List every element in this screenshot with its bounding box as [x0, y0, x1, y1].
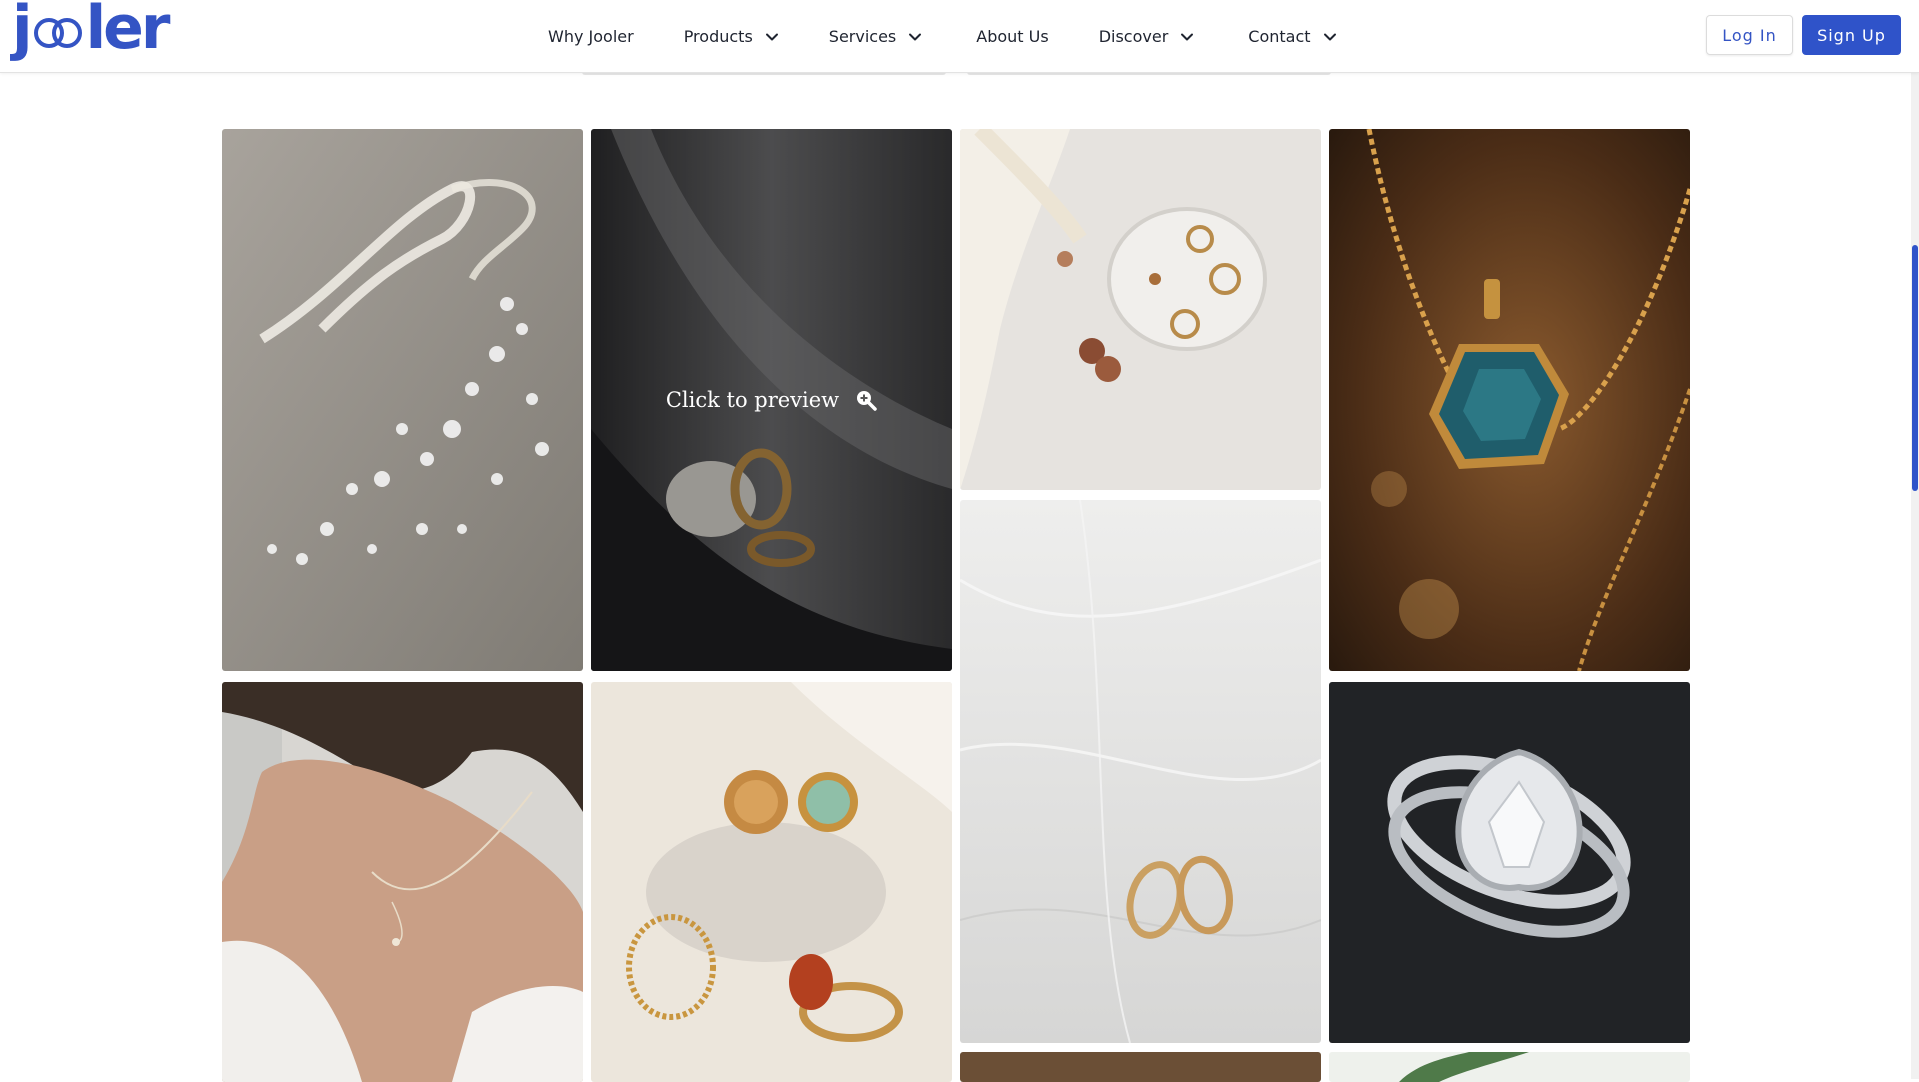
nav-label: Services [828, 26, 897, 46]
nav-services[interactable]: Services [829, 0, 922, 72]
nav-label: Why Jooler [548, 26, 634, 46]
nav-discover[interactable]: Discover [1099, 0, 1195, 72]
jooler-logo[interactable]: j ler [12, 0, 170, 64]
next-row-photo-2 [1329, 1052, 1690, 1082]
nav-why-jooler[interactable]: Why Jooler [548, 0, 634, 72]
nav-label: Contact [1248, 26, 1311, 46]
gallery-image-next-row[interactable] [960, 1052, 1321, 1082]
gemstone-rings-photo [591, 682, 952, 1082]
chevron-down-icon [1180, 29, 1194, 43]
gallery-image-wedding-bands-on-veil[interactable] [960, 500, 1321, 1043]
preview-label: Click to preview [665, 388, 840, 412]
diamond-ring-photo [1329, 682, 1690, 1043]
chevron-down-icon [908, 29, 922, 43]
gallery-image-earrings-in-dish[interactable] [960, 129, 1321, 490]
gallery-image-gemstone-rings-on-stone[interactable] [591, 682, 952, 1082]
gallery-image-diamond-halo-ring[interactable] [1329, 682, 1690, 1043]
gallery-image-teal-gem-pendant[interactable] [1329, 129, 1690, 671]
nav-products[interactable]: Products [684, 0, 779, 72]
gallery-image-gold-rings-dark[interactable]: Click to preview [591, 129, 952, 671]
teal-pendant-photo [1329, 129, 1690, 671]
gallery-image-crystal-hairpiece[interactable] [222, 129, 583, 671]
chevron-down-icon [1323, 29, 1337, 43]
preview-overlay[interactable]: Click to preview [591, 129, 952, 671]
nav-label: About Us [976, 26, 1049, 46]
login-button[interactable]: Log In [1706, 15, 1793, 55]
signup-button[interactable]: Sign Up [1802, 15, 1901, 55]
woman-necklace-photo [222, 682, 583, 1082]
nav-label: Products [683, 26, 753, 46]
nav-contact[interactable]: Contact [1248, 0, 1336, 72]
double-ring-logo-mark [32, 16, 84, 50]
next-row-photo [960, 1052, 1321, 1082]
nav-about-us[interactable]: About Us [976, 0, 1048, 72]
site-header: j ler Why Jooler Products Services About … [0, 0, 1919, 73]
earrings-dish-photo [960, 129, 1321, 490]
crystal-hairpiece-photo [222, 129, 583, 671]
wedding-bands-photo [960, 500, 1321, 1043]
scrollbar-track[interactable] [1911, 0, 1919, 1079]
main-nav: Why Jooler Products Services About Us Di… [548, 0, 1337, 72]
nav-label: Discover [1098, 26, 1169, 46]
scrollbar-thumb[interactable] [1912, 245, 1918, 491]
gallery-image-next-row-2[interactable] [1329, 1052, 1690, 1082]
chevron-down-icon [765, 29, 779, 43]
zoom-in-icon [855, 389, 877, 411]
gallery-image-woman-wearing-necklace[interactable] [222, 682, 583, 1082]
